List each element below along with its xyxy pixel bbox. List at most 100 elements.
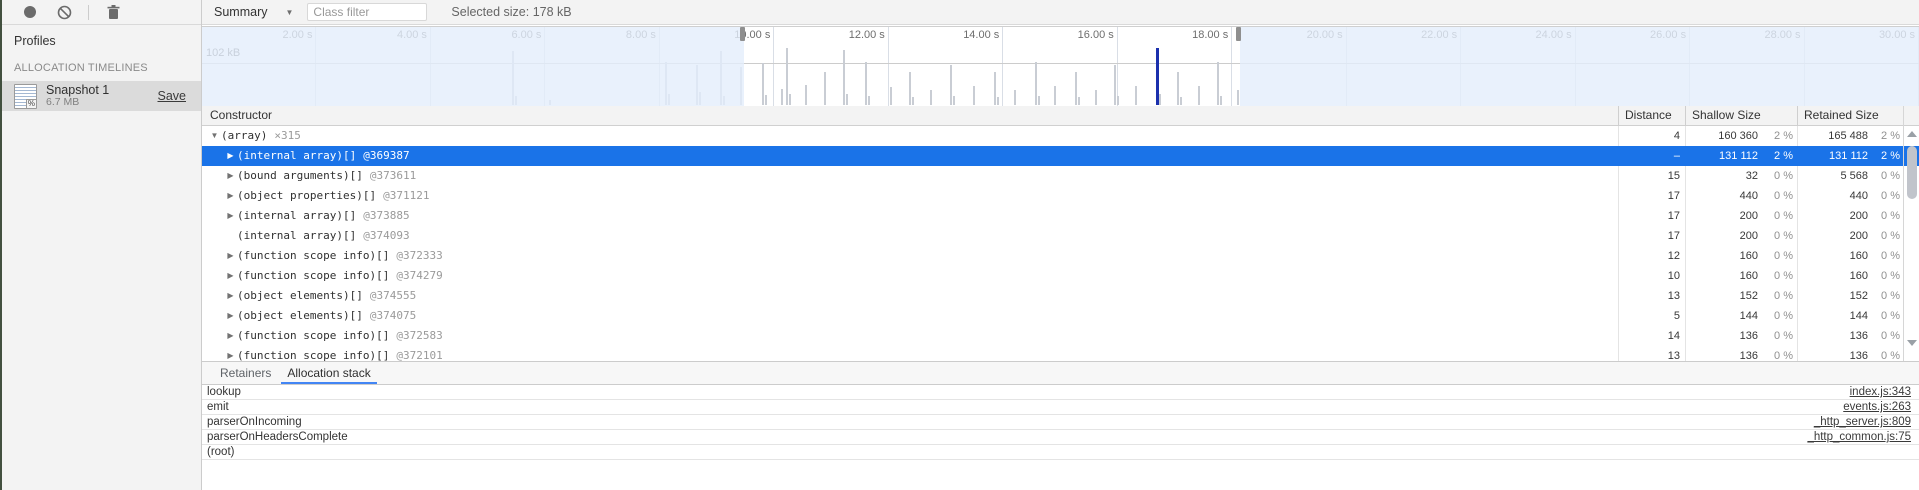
allocation-bar: [1014, 90, 1016, 105]
scroll-down-arrow[interactable]: [1907, 340, 1917, 346]
allocation-bar: [953, 96, 955, 105]
allocation-bar: [950, 65, 952, 105]
source-location-link[interactable]: events.js:263: [1843, 400, 1911, 415]
constructor-name: (object elements)[]: [237, 306, 363, 326]
profiles-heading: Profiles: [2, 25, 201, 48]
ruler-tick-cell: 16.00 s: [1003, 27, 1117, 106]
allocation-bar: [1159, 94, 1161, 105]
source-location-link[interactable]: _http_server.js:809: [1814, 415, 1911, 430]
table-row[interactable]: ▶(function scope info)[]@372101131360 %1…: [202, 346, 1919, 361]
shallow-size-percent: 0 %: [1758, 186, 1793, 206]
allocation-timeline[interactable]: 2.00 s4.00 s6.00 s8.00 s10.00 s12.00 s14…: [202, 26, 1919, 106]
shallow-size-value: 32: [1688, 166, 1758, 186]
shallow-size-percent: 0 %: [1758, 306, 1793, 326]
clear-button[interactable]: [54, 2, 74, 22]
toolbar-separator: [88, 5, 89, 20]
perspective-select[interactable]: Summary ▼: [210, 3, 297, 22]
column-header-shallow-size[interactable]: Shallow Size: [1692, 106, 1761, 125]
table-row[interactable]: ▶(function scope info)[]@372583141360 %1…: [202, 326, 1919, 346]
object-id: @372101: [396, 346, 442, 361]
object-id: @374555: [370, 286, 416, 306]
expand-arrow-icon[interactable]: ▶: [224, 166, 237, 186]
shallow-size-value: 440: [1688, 186, 1758, 206]
distance-value: 17: [1622, 226, 1680, 246]
collapse-arrow-icon[interactable]: ▼: [208, 126, 221, 146]
main-panel: 2.00 s4.00 s6.00 s8.00 s10.00 s12.00 s14…: [202, 25, 1919, 490]
shallow-size-percent: 0 %: [1758, 326, 1793, 346]
record-button[interactable]: [20, 2, 40, 22]
table-row[interactable]: ▶(bound arguments)[]@37361115320 %5 5680…: [202, 166, 1919, 186]
scrollbar-thumb[interactable]: [1907, 146, 1917, 199]
table-row[interactable]: ▶(object properties)[]@371121174400 %440…: [202, 186, 1919, 206]
expand-arrow-icon[interactable]: ▶: [224, 246, 237, 266]
object-id: @369387: [363, 146, 409, 166]
column-header-distance[interactable]: Distance: [1625, 106, 1672, 125]
sidebar-item-snapshot[interactable]: % Snapshot 1 6.7 MB Save: [2, 81, 201, 111]
distance-value: 17: [1622, 186, 1680, 206]
expand-arrow-icon[interactable]: ▶: [224, 306, 237, 326]
ruler-label: 16.00 s: [1078, 29, 1114, 41]
selection-handle-left[interactable]: [740, 27, 745, 41]
allocation-bar: [1078, 97, 1080, 105]
stack-frame-row: parserOnHeadersComplete _http_common.js:7…: [202, 430, 1919, 445]
shallow-size-value: 160 360: [1688, 126, 1758, 146]
constructor-cell: ▶(function scope info)[] @372333: [202, 246, 1618, 266]
source-location-link[interactable]: index.js:343: [1850, 385, 1911, 400]
column-header-constructor[interactable]: Constructor: [210, 106, 272, 125]
table-row[interactable]: ▶(internal array)[]@369387–131 1122 %131…: [202, 146, 1919, 166]
allocation-bar: [1198, 86, 1200, 105]
selection-handle-right[interactable]: [1236, 27, 1241, 41]
shallow-size-value: 200: [1688, 206, 1758, 226]
shallow-size-percent: 0 %: [1758, 166, 1793, 186]
distance-value: 13: [1622, 346, 1680, 361]
allocation-bar: [1237, 90, 1239, 105]
delete-profile-button[interactable]: [103, 2, 123, 22]
allocation-bar: [846, 94, 848, 105]
expand-arrow-icon[interactable]: ▶: [224, 286, 237, 306]
table-row[interactable]: ▶(internal array)[]@373885172000 %2000 %: [202, 206, 1919, 226]
expand-arrow-icon[interactable]: ▶: [224, 326, 237, 346]
bottom-tabbar: RetainersAllocation stack: [202, 361, 1919, 385]
column-header-retained-size[interactable]: Retained Size: [1804, 106, 1879, 125]
constructor-name: (internal array)[]: [237, 146, 356, 166]
expand-arrow-icon[interactable]: ▶: [224, 206, 237, 226]
shallow-size-percent: 0 %: [1758, 286, 1793, 306]
stack-frame-row: (root): [202, 445, 1919, 460]
sidebar: Profiles ALLOCATION TIMELINES % Snapshot…: [2, 25, 201, 490]
expand-arrow-icon[interactable]: ▶: [224, 346, 237, 361]
source-location-link[interactable]: _http_common.js:75: [1807, 430, 1911, 445]
distance-value: 15: [1622, 166, 1680, 186]
shallow-size-value: 160: [1688, 266, 1758, 286]
table-row[interactable]: ▶(function scope info)[]@374279101600 %1…: [202, 266, 1919, 286]
stack-function-name: parserOnHeadersComplete: [207, 430, 348, 445]
view-toolbar: Summary ▼ Selected size: 178 kB: [201, 0, 1919, 24]
table-row[interactable]: ▶(object elements)[]@374555131520 %1520 …: [202, 286, 1919, 306]
table-row[interactable]: ▼(array)×3154160 3602 %165 4882 %: [202, 126, 1919, 146]
table-row[interactable]: (internal array)[]@374093172000 %2000 %: [202, 226, 1919, 246]
shallow-size-percent: 0 %: [1758, 346, 1793, 361]
class-filter-input[interactable]: [307, 3, 427, 21]
allocation-bar: [1177, 72, 1179, 105]
constructor-cell: ▶(function scope info)[]@374279: [202, 266, 1618, 286]
tab-allocation-stack[interactable]: Allocation stack: [279, 362, 378, 384]
stack-frame-row: emitevents.js:263: [202, 400, 1919, 415]
retained-size-percent: 2 %: [1868, 146, 1900, 166]
distance-value: 17: [1622, 206, 1680, 226]
ruler-label: 12.00 s: [849, 29, 885, 41]
scroll-up-arrow[interactable]: [1907, 131, 1917, 137]
table-row[interactable]: ▶(function scope info)[]@372333121600 %1…: [202, 246, 1919, 266]
tab-retainers[interactable]: Retainers: [212, 362, 279, 384]
allocation-bar: [909, 72, 911, 105]
expand-arrow-icon[interactable]: ▶: [224, 146, 237, 166]
allocation-bar: [1180, 97, 1182, 105]
expand-arrow-icon[interactable]: ▶: [224, 266, 237, 286]
object-id: @372333: [396, 246, 442, 266]
allocation-bar: [1220, 96, 1222, 105]
ruler-label: 14.00 s: [963, 29, 999, 41]
expand-arrow-icon[interactable]: ▶: [224, 186, 237, 206]
retained-size-percent: 0 %: [1868, 186, 1900, 206]
allocation-bar: [1095, 90, 1097, 105]
constructor-name: (function scope info)[]: [237, 246, 389, 266]
save-link[interactable]: Save: [158, 89, 187, 103]
table-row[interactable]: ▶(object elements)[]@37407551440 %1440 %: [202, 306, 1919, 326]
